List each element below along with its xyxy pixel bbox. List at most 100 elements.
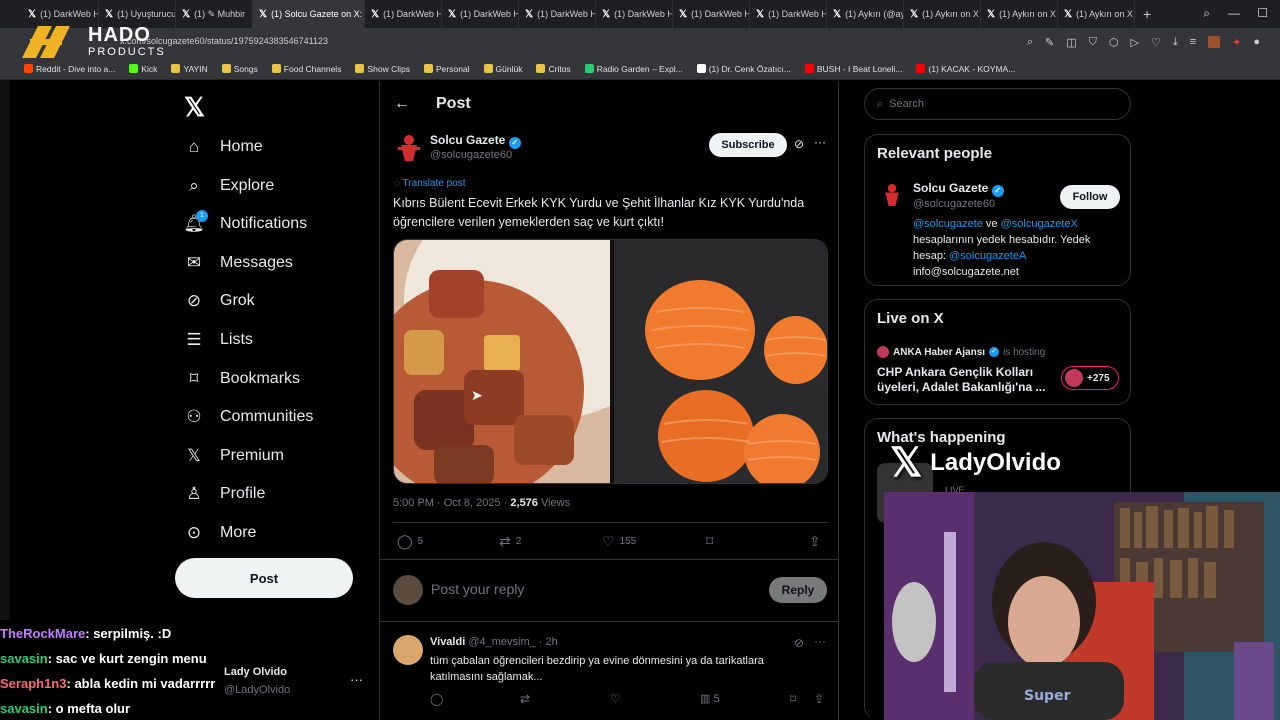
minimize-icon[interactable]: — [1228, 6, 1240, 20]
browser-tab[interactable]: 𝕏 (1) Solcu Gazete on X: "K [253, 0, 365, 28]
maximize-icon[interactable]: ☐ [1257, 6, 1268, 20]
search-input[interactable]: ⌕ Search [864, 88, 1131, 120]
nav-item-notifications[interactable]: 🔔︎ Notifications 1 [183, 210, 307, 234]
settings-icon[interactable]: ● [1253, 36, 1260, 49]
person-name[interactable]: Solcu Gazete [913, 181, 988, 195]
vivaldi-icon[interactable]: ✦ [1232, 36, 1241, 49]
chat-text: o mefta olur [55, 701, 131, 716]
extension-icon[interactable]: ⬡ [1109, 36, 1119, 49]
reply-input[interactable]: Post your reply [431, 581, 524, 597]
browser-tab[interactable]: 𝕏 (1) DarkWeb H [596, 0, 673, 28]
grok-icon[interactable]: ⊘ [794, 137, 804, 151]
bookmark-item[interactable]: YAYIN [171, 64, 208, 74]
share-action[interactable]: ⇪ [809, 533, 821, 550]
nav-item-home[interactable]: ⌂ Home [184, 137, 263, 157]
browser-tab[interactable]: 𝕏 (1) DarkWeb H [365, 0, 442, 28]
grok-icon[interactable]: ⊘ [794, 636, 804, 650]
like-action[interactable]: ♡ 155 [602, 533, 636, 550]
heart-icon[interactable]: ♡ [1151, 36, 1161, 49]
solcu-logo-icon[interactable] [881, 181, 903, 209]
live-listeners[interactable]: +275 [1061, 366, 1119, 390]
bookmark-item[interactable]: Food Channels [271, 64, 341, 74]
profile-avatar[interactable] [1208, 36, 1221, 48]
browser-tab[interactable]: 𝕏 (1) ✎ Muhbir [176, 0, 253, 28]
repost-action[interactable]: ⇄ 2 [499, 533, 521, 550]
reply-views[interactable]: ▥ 5 [700, 692, 720, 705]
post-button[interactable]: Post [175, 558, 353, 598]
reply-more-icon[interactable]: ··· [814, 634, 826, 648]
bio-text: hesaplarının yedek hesabıdır. Yedek [913, 234, 1091, 246]
post-media[interactable] [393, 239, 828, 484]
bio-link[interactable]: @solcugazeteX [1001, 218, 1078, 230]
browser-tab[interactable]: 𝕏 (1) Aykırı on X [1058, 0, 1135, 28]
bookmark-item[interactable]: Critos [536, 64, 571, 74]
bookmark-favicon-icon [696, 64, 706, 73]
new-tab-icon[interactable]: + [1143, 6, 1151, 22]
post-timestamp[interactable]: 5:00 PM · Oct 8, 2025 · [393, 497, 510, 509]
download-icon[interactable]: ⤓ [1173, 36, 1178, 49]
browser-tab[interactable]: 𝕏 (1) DarkWeb H [519, 0, 596, 28]
play-icon[interactable]: ▷ [1130, 36, 1138, 49]
reply-reply-icon[interactable]: ◯ [430, 692, 443, 706]
nav-item-explore[interactable]: ⌕ Explore [184, 176, 274, 196]
bio-link[interactable]: @solcugazete [913, 218, 983, 230]
reply-bookmark-icon[interactable]: ⌑ [790, 692, 796, 706]
nav-item-bookmarks[interactable]: ⌑ Bookmarks [184, 369, 300, 389]
bookmark-item[interactable]: (1) Dr. Cenk Özatıcı... [696, 64, 791, 74]
nav-item-communities[interactable]: ⚇ Communities [184, 407, 313, 427]
nav-item-messages[interactable]: ✉ Messages [184, 253, 293, 273]
nav-item-premium[interactable]: 𝕏 Premium [184, 446, 284, 466]
translate-row[interactable]: ◌ Translate post [394, 178, 466, 189]
browser-tab[interactable]: 𝕏 (1) DarkWeb H [750, 0, 827, 28]
reply-author-avatar[interactable] [393, 635, 423, 665]
browser-tab[interactable]: 𝕏 (1) DarkWeb H [442, 0, 519, 28]
bookmark-item[interactable]: Radio Garden – Expl... [584, 64, 683, 74]
live-host-row[interactable]: ANKA Haber Ajansı ✓ is hosting [877, 346, 1045, 358]
bookmark-item[interactable]: Günlük [483, 64, 522, 74]
zoom-icon[interactable]: ⌕ [1027, 36, 1033, 49]
live-title-text[interactable]: CHP Ankara Gençlik Kolları üyeleri, Adal… [877, 365, 1045, 395]
search-tabs-icon[interactable]: ⌕ [1203, 6, 1210, 21]
bookmark-item[interactable]: Songs [221, 64, 258, 74]
nav-item-more[interactable]: ⊙ More [184, 523, 257, 543]
solcu-logo-icon [398, 135, 420, 161]
translate-link[interactable]: Translate post [403, 178, 466, 189]
shield-icon[interactable]: ⛉ [1089, 36, 1097, 49]
browser-tab[interactable]: 𝕏 (1) Aykırı (@ay [827, 0, 904, 28]
reply-button[interactable]: Reply [769, 577, 827, 603]
bookmark-item[interactable]: Personal [423, 64, 470, 74]
follow-button[interactable]: Follow [1060, 185, 1120, 209]
reply-action[interactable]: ◯ 5 [397, 533, 423, 550]
edit-icon[interactable]: ✎ [1045, 36, 1054, 49]
post-more-icon[interactable]: ··· [814, 135, 826, 149]
author-handle[interactable]: @solcugazete60 [430, 149, 512, 161]
reply-repost-icon[interactable]: ⇄ [520, 692, 530, 706]
menu-icon[interactable]: ≡ [1190, 36, 1196, 49]
nav-item-profile[interactable]: ♙ Profile [184, 484, 265, 504]
back-arrow-icon[interactable]: ← [394, 95, 410, 113]
author-avatar[interactable] [396, 133, 422, 163]
bookmark-item[interactable]: BUSH - I Beat Loneli... [804, 64, 902, 74]
bookmark-item[interactable]: Kick [129, 64, 157, 74]
nav-item-lists[interactable]: ☰ Lists [184, 330, 253, 350]
author-name[interactable]: Solcu Gazete [430, 133, 505, 147]
bookmark-item[interactable]: Reddit - Dive into a... [24, 64, 115, 74]
reply-like-icon[interactable]: ♡ [610, 692, 621, 706]
bookmark-item[interactable]: Show Clips [355, 64, 410, 74]
x-logo-icon[interactable]: 𝕏 [184, 92, 205, 123]
person-handle[interactable]: @solcugazete60 [913, 198, 995, 210]
browser-tab[interactable]: 𝕏 (1) Aykırı on X [981, 0, 1058, 28]
browser-tab[interactable]: 𝕏 (1) DarkWeb H [673, 0, 750, 28]
bio-link[interactable]: @solcugazeteA [949, 250, 1026, 262]
reply-author-name[interactable]: Vivaldi [430, 636, 465, 648]
screenshot-icon[interactable]: ◫ [1066, 36, 1076, 49]
browser-tab[interactable]: 𝕏 (1) Aykırı on X [904, 0, 981, 28]
nav-item-grok[interactable]: ⊘ Grok [184, 291, 255, 311]
listener-count: +275 [1087, 372, 1110, 384]
subscribe-button[interactable]: Subscribe [709, 133, 787, 157]
bookmark-item[interactable]: (1) KACAK - KOYMA... [916, 64, 1015, 74]
chat-username: savasin [0, 701, 48, 716]
bookmark-action[interactable]: ⌑ [706, 533, 713, 550]
post-text: Kıbrıs Bülent Ecevit Erkek KYK Yurdu ve … [393, 194, 833, 232]
reply-share-icon[interactable]: ⇪ [814, 692, 824, 706]
